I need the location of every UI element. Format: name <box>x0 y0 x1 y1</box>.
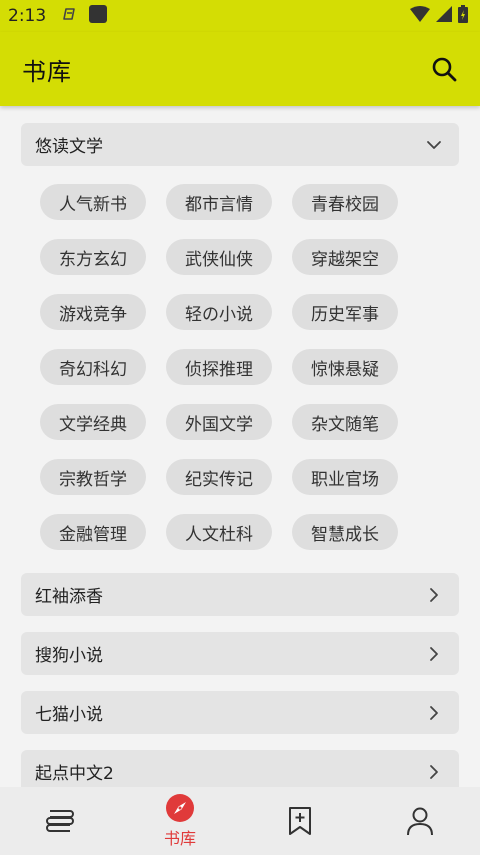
category-tag[interactable]: 武侠仙侠 <box>166 239 272 275</box>
category-tag-grid: 人气新书 都市言情 青春校园 东方玄幻 武侠仙侠 穿越架空 游戏竞争 轻の小说 … <box>40 184 420 550</box>
category-tag[interactable]: 都市言情 <box>166 184 272 220</box>
category-tag[interactable]: 青春校园 <box>292 184 398 220</box>
chevron-right-icon <box>425 763 443 781</box>
library-content: 悠读文学 人气新书 都市言情 青春校园 东方玄幻 武侠仙侠 穿越架空 游戏竞争 … <box>0 106 480 787</box>
nav-item-profile[interactable] <box>360 787 480 855</box>
section-title: 悠读文学 <box>35 137 103 157</box>
section-header-hongxiu[interactable]: 红袖添香 <box>21 573 459 616</box>
chevron-right-icon <box>425 586 443 604</box>
category-tag[interactable]: 东方玄幻 <box>40 239 146 275</box>
chevron-right-icon <box>425 704 443 722</box>
category-tag[interactable]: 人气新书 <box>40 184 146 220</box>
section-header-youdu[interactable]: 悠读文学 <box>21 123 459 166</box>
status-time: 2:13 <box>8 6 47 26</box>
category-tag[interactable]: 惊悚悬疑 <box>292 349 398 385</box>
status-left-icons <box>60 4 108 28</box>
category-tag[interactable]: 金融管理 <box>40 514 146 550</box>
search-icon <box>432 57 457 82</box>
section-title: 红袖添香 <box>35 587 103 607</box>
page-title: 书库 <box>22 57 72 86</box>
compass-icon <box>166 794 194 822</box>
category-tag[interactable]: 历史军事 <box>292 294 398 330</box>
notification-icon <box>60 5 78 27</box>
bookmark-add-icon <box>289 807 311 835</box>
nav-item-bookshelf[interactable] <box>0 787 120 855</box>
category-tag[interactable]: 文学经典 <box>40 404 146 440</box>
category-tag[interactable]: 奇幻科幻 <box>40 349 146 385</box>
category-tag[interactable]: 游戏竞争 <box>40 294 146 330</box>
category-tag[interactable]: 轻の小说 <box>166 294 272 330</box>
nav-label-library: 书库 <box>163 829 196 848</box>
app-notification-icon <box>88 4 108 28</box>
section-title: 搜狗小说 <box>35 646 103 666</box>
search-button[interactable] <box>428 53 460 85</box>
bottom-nav: 书库 <box>0 787 480 855</box>
section-title: 七猫小说 <box>35 705 103 725</box>
status-right-icons <box>410 5 468 27</box>
section-header-qidian[interactable]: 起点中文2 <box>21 750 459 787</box>
chevron-down-icon <box>425 136 443 154</box>
chevron-right-icon <box>425 645 443 663</box>
battery-icon <box>458 5 468 27</box>
section-title: 起点中文2 <box>35 764 114 784</box>
category-tag[interactable]: 职业官场 <box>292 459 398 495</box>
nav-item-library[interactable]: 书库 <box>120 787 240 855</box>
status-bar: 2:13 <box>0 0 480 32</box>
category-tag[interactable]: 侦探推理 <box>166 349 272 385</box>
app-bar: 书库 <box>0 32 480 106</box>
section-header-sougou[interactable]: 搜狗小说 <box>21 632 459 675</box>
section-header-qimao[interactable]: 七猫小说 <box>21 691 459 734</box>
person-icon <box>407 807 433 836</box>
signal-icon <box>436 6 452 26</box>
category-tag[interactable]: 穿越架空 <box>292 239 398 275</box>
category-tag[interactable]: 杂文随笔 <box>292 404 398 440</box>
nav-item-bookmarks[interactable] <box>240 787 360 855</box>
category-tag[interactable]: 纪实传记 <box>166 459 272 495</box>
category-tag[interactable]: 人文杜科 <box>166 514 272 550</box>
category-tag[interactable]: 宗教哲学 <box>40 459 146 495</box>
stack-icon <box>46 810 74 832</box>
category-tag[interactable]: 外国文学 <box>166 404 272 440</box>
wifi-icon <box>410 6 430 26</box>
category-tag[interactable]: 智慧成长 <box>292 514 398 550</box>
